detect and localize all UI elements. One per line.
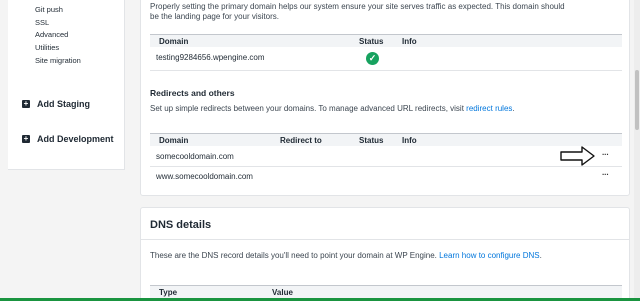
redirects-title: Redirects and others xyxy=(150,88,235,98)
scrollbar[interactable] xyxy=(634,0,640,301)
row-menu-button[interactable]: ··· xyxy=(602,150,609,159)
redirect-domain: www.somecooldomain.com xyxy=(156,172,253,181)
primary-domain-table-header: Domain Status Info xyxy=(150,34,622,47)
redirect-rules-link[interactable]: redirect rules xyxy=(466,104,512,113)
redirects-period: . xyxy=(512,104,515,113)
add-development-button[interactable]: + Add Development xyxy=(22,134,114,144)
primary-domain-intro-line1: Properly setting the primary domain help… xyxy=(150,2,565,11)
primary-domain-name: testing9284656.wpengine.com xyxy=(156,53,265,62)
header-redirect-to: Redirect to xyxy=(280,136,322,145)
dns-divider xyxy=(141,239,629,240)
check-circle-icon: ✓ xyxy=(366,52,379,65)
redirects-description: Set up simple redirects between your dom… xyxy=(150,104,515,113)
dns-card: DNS details These are the DNS record det… xyxy=(140,207,630,301)
primary-domain-intro-line2: be the landing page for your visitors. xyxy=(150,12,279,21)
add-staging-button[interactable]: + Add Staging xyxy=(22,99,90,109)
dns-table-header: Type Value xyxy=(150,285,622,298)
row-divider xyxy=(150,166,622,167)
configure-dns-link[interactable]: Learn how to configure DNS xyxy=(439,251,540,260)
add-development-label: Add Development xyxy=(37,134,114,144)
plus-icon: + xyxy=(22,99,30,108)
dns-desc-text: These are the DNS record details you'll … xyxy=(150,251,437,260)
redirects-table-header: Domain Redirect to Status Info xyxy=(150,133,622,146)
arrow-right-icon xyxy=(560,146,595,166)
sidebar-item-utilities[interactable]: Utilities xyxy=(35,43,59,52)
add-staging-label: Add Staging xyxy=(37,99,90,109)
header-type: Type xyxy=(159,288,178,297)
header-domain: Domain xyxy=(159,136,189,145)
header-value: Value xyxy=(272,288,293,297)
domains-card: Properly setting the primary domain help… xyxy=(140,0,630,196)
redirect-domain: somecooldomain.com xyxy=(156,152,234,161)
sidebar-item-advanced[interactable]: Advanced xyxy=(35,30,68,39)
dns-period: . xyxy=(539,251,542,260)
header-domain: Domain xyxy=(159,37,189,46)
dns-description: These are the DNS record details you'll … xyxy=(150,251,542,260)
plus-icon: + xyxy=(22,134,30,143)
sidebar: Git push SSL Advanced Utilities Site mig… xyxy=(8,0,125,170)
row-menu-button[interactable]: ··· xyxy=(602,170,609,179)
row-divider xyxy=(150,70,622,71)
redirects-desc-text: Set up simple redirects between your dom… xyxy=(150,104,464,113)
sidebar-item-git-push[interactable]: Git push xyxy=(35,5,63,14)
dns-title: DNS details xyxy=(150,219,212,231)
scrollbar-thumb[interactable] xyxy=(635,70,639,130)
sidebar-item-site-migration[interactable]: Site migration xyxy=(35,56,81,65)
header-info: Info xyxy=(402,37,417,46)
sidebar-item-ssl[interactable]: SSL xyxy=(35,18,49,27)
header-status: Status xyxy=(359,37,384,46)
header-status: Status xyxy=(359,136,384,145)
header-info: Info xyxy=(402,136,417,145)
